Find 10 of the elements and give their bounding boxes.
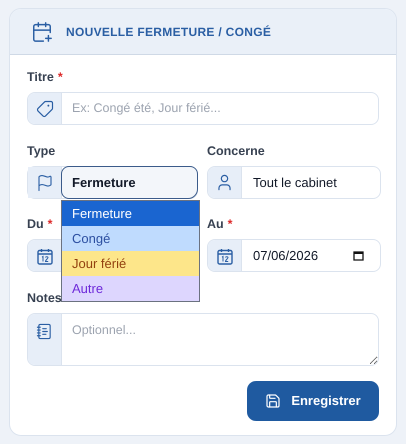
field-label: Titre (27, 68, 54, 86)
field-label: Type (27, 142, 56, 160)
card-title: NOUVELLE FERMETURE / CONGÉ (66, 24, 272, 40)
field-label: Au (207, 216, 224, 233)
field-label: Du (27, 216, 44, 233)
required-mark: * (228, 216, 233, 233)
required-mark: * (48, 216, 53, 233)
field-label: Concerne (207, 142, 265, 160)
required-mark: * (58, 68, 63, 86)
field-label: Notes (27, 290, 62, 307)
